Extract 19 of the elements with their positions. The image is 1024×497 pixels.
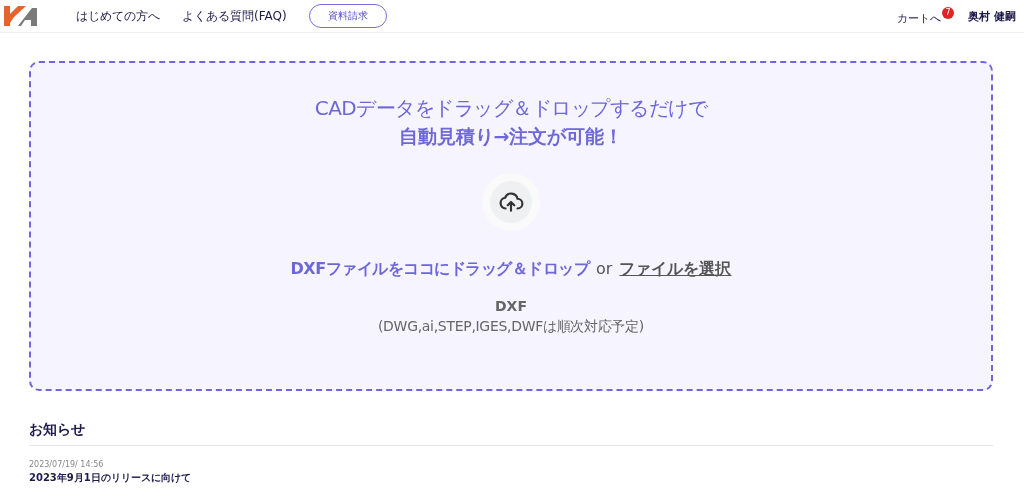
news-title[interactable]: 2023年9月1日のリリースに向けて [29, 471, 993, 485]
drop-zone[interactable]: CADデータをドラッグ＆ドロップするだけで 自動見積り→注文が可能！ DXFファイルをココにドラッグ＆ドロップ or ファイルを選択 DXF (DWG,ai,STEP,IGES,DWFは順次対応予定) [29, 61, 993, 391]
news-heading: お知らせ [29, 421, 993, 446]
nav-link[interactable]: はじめての方へ [76, 8, 160, 24]
logo-icon[interactable] [4, 6, 38, 26]
request-button[interactable]: 資料請求 [308, 4, 387, 28]
user-name[interactable]: 奥村 健嗣 [968, 8, 1016, 24]
cart-count-badge: 7 [942, 6, 955, 19]
headline: CADデータをドラッグ＆ドロップするだけで [314, 95, 708, 122]
supported-format: DXF [495, 298, 527, 314]
cart-link[interactable]: カートへ [897, 10, 942, 26]
drop-prompt: DXFファイルをココにドラッグ＆ドロップ [290, 259, 590, 280]
cloud-upload-icon [498, 189, 524, 215]
subheadline: 自動見積り→注文が可能！ [398, 124, 624, 149]
format-note: (DWG,ai,STEP,IGES,DWFは順次対応予定) [377, 318, 645, 336]
news-date: 2023/07/19/ 14:56 [29, 460, 105, 469]
select-file-link[interactable]: ファイルを選択 [619, 259, 732, 280]
nav-link[interactable]: よくある質問(FAQ) [182, 8, 287, 24]
or-text: or [596, 259, 613, 278]
